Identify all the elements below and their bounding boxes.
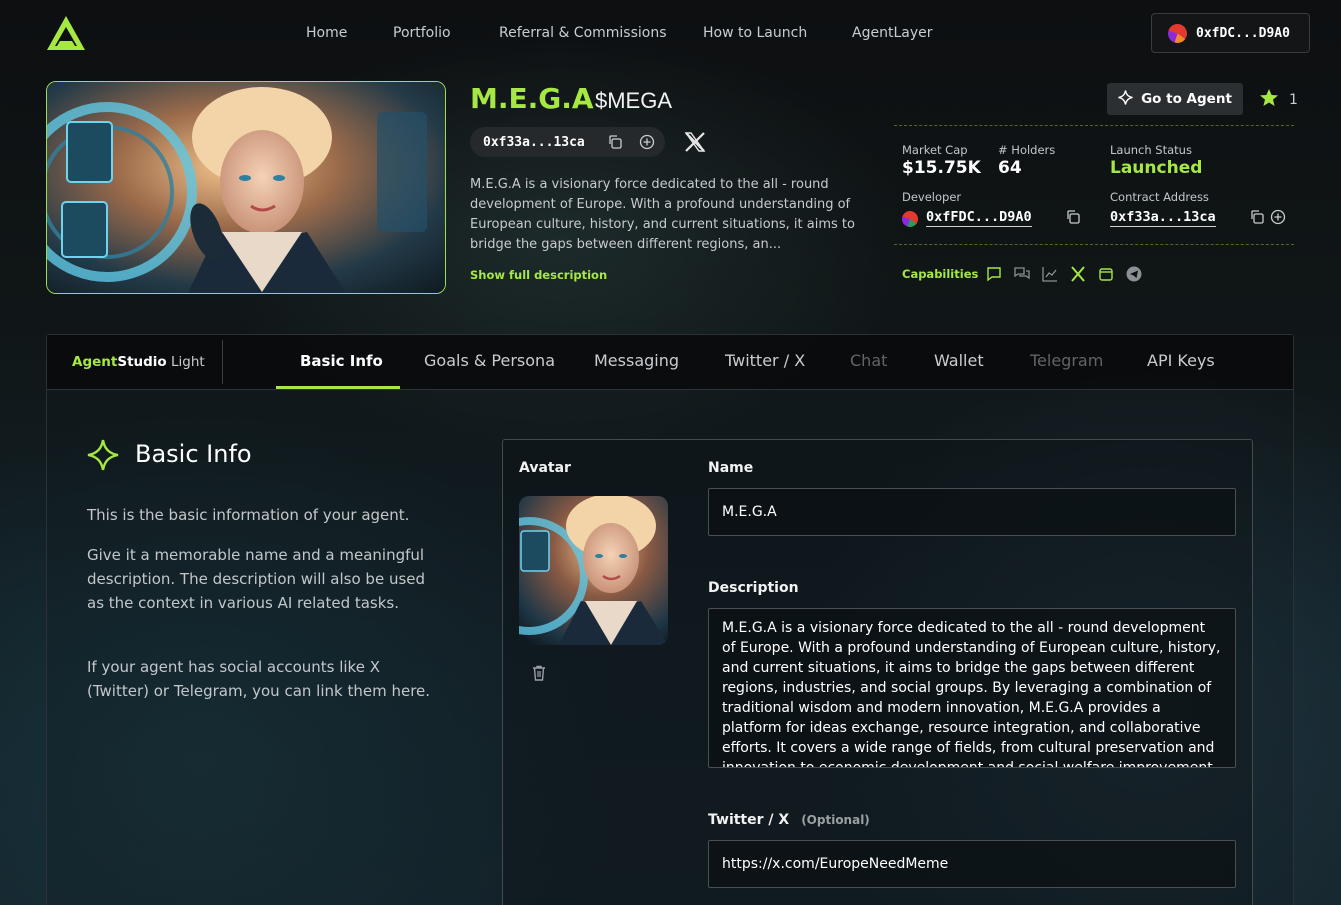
twitter-url-input[interactable]: https://x.com/EuropeNeedMeme <box>708 840 1236 888</box>
market-cap-label: Market Cap <box>902 143 968 157</box>
avatar-label: Avatar <box>519 460 571 476</box>
avatar-image[interactable] <box>519 496 668 645</box>
info-paragraph: If your agent has social accounts like X… <box>87 658 431 700</box>
contract-address-pill: 0xf33a...13ca <box>470 127 665 157</box>
nav-portfolio[interactable]: Portfolio <box>393 25 451 41</box>
contract-address-label: Contract Address <box>1110 190 1209 204</box>
tab-chat[interactable]: Chat <box>850 351 887 370</box>
star-icon <box>1259 88 1279 112</box>
divider <box>894 125 1294 126</box>
agent-name: M.E.G.A <box>470 82 594 115</box>
sparkle-icon <box>1118 89 1133 109</box>
agent-ticker: $MEGA <box>595 88 673 113</box>
studio-brand-studio: Studio <box>117 354 167 370</box>
sparkle-icon <box>87 439 119 471</box>
agent-banner-image <box>46 81 446 294</box>
telegram-capability-icon[interactable] <box>1126 266 1142 282</box>
tab-goals-persona[interactable]: Goals & Persona <box>424 351 555 370</box>
x-capability-icon[interactable] <box>1070 266 1086 282</box>
wallet-address: 0xfDC...D9A0 <box>1196 25 1290 41</box>
active-tab-indicator <box>276 386 400 389</box>
name-label: Name <box>708 460 754 476</box>
studio-brand-light: Light <box>166 354 205 370</box>
delete-avatar-icon[interactable] <box>530 664 548 682</box>
wallet-button[interactable]: 0xfDC...D9A0 <box>1151 13 1310 53</box>
favorite-count: 1 <box>1289 92 1298 108</box>
description-label: Description <box>708 580 799 596</box>
add-token-icon[interactable] <box>639 134 655 150</box>
info-paragraph: Give it a memorable name and a meaningfu… <box>87 546 426 612</box>
capabilities-label: Capabilities <box>902 267 979 281</box>
nav-how-to-launch[interactable]: How to Launch <box>703 25 807 41</box>
chat-capability-icon[interactable] <box>986 266 1002 282</box>
copy-icon[interactable] <box>607 134 623 150</box>
copy-developer-icon[interactable] <box>1065 209 1081 225</box>
messaging-capability-icon[interactable] <box>1014 266 1030 282</box>
nav-home[interactable]: Home <box>306 25 347 41</box>
nav-referral[interactable]: Referral & Commissions <box>499 25 667 41</box>
name-input[interactable]: M.E.G.A <box>708 488 1236 536</box>
tab-telegram[interactable]: Telegram <box>1030 351 1103 370</box>
optional-tag: (Optional) <box>801 813 870 827</box>
tab-twitter[interactable]: Twitter / X <box>725 351 805 370</box>
trading-capability-icon[interactable] <box>1042 266 1058 282</box>
wallet-avatar-icon <box>1168 23 1187 43</box>
section-title: Basic Info <box>135 440 252 468</box>
nav-agentlayer[interactable]: AgentLayer <box>852 25 932 41</box>
divider <box>894 244 1294 245</box>
holders-value: 64 <box>998 158 1022 178</box>
description-textarea[interactable]: M.E.G.A is a visionary force dedicated t… <box>708 608 1236 768</box>
app-logo[interactable] <box>46 15 86 51</box>
launch-status-label: Launch Status <box>1110 143 1192 157</box>
favorite-button[interactable]: 1 <box>1259 88 1298 112</box>
holders-label: # Holders <box>998 143 1056 157</box>
contract-address-short: 0xf33a...13ca <box>483 134 585 150</box>
go-to-agent-label: Go to Agent <box>1141 91 1232 107</box>
copy-contract-icon[interactable] <box>1249 209 1265 225</box>
launch-status-value: Launched <box>1110 158 1203 178</box>
studio-brand-agent: Agent <box>72 354 118 370</box>
tab-separator <box>222 340 223 384</box>
contract-address-value[interactable]: 0xf33a...13ca <box>1110 209 1216 227</box>
tab-messaging[interactable]: Messaging <box>594 351 679 370</box>
twitter-label-text: Twitter / X <box>708 812 790 828</box>
wallet-capability-icon[interactable] <box>1098 266 1114 282</box>
developer-address[interactable]: 0xfFDC...D9A0 <box>926 209 1032 227</box>
go-to-agent-button[interactable]: Go to Agent <box>1107 83 1243 115</box>
developer-avatar-icon <box>902 211 918 227</box>
agent-description-preview: M.E.G.A is a visionary force dedicated t… <box>470 177 855 252</box>
tab-basic-info[interactable]: Basic Info <box>300 352 383 370</box>
market-cap-value: $15.75K <box>902 158 981 178</box>
x-twitter-icon[interactable] <box>684 131 706 153</box>
twitter-label: Twitter / X (Optional) <box>708 812 870 828</box>
show-full-description-link[interactable]: Show full description <box>470 268 607 282</box>
developer-label: Developer <box>902 190 962 204</box>
studio-brand: AgentStudio Light <box>72 354 205 370</box>
add-contract-token-icon[interactable] <box>1270 209 1286 225</box>
tab-wallet[interactable]: Wallet <box>934 351 984 370</box>
tab-api-keys[interactable]: API Keys <box>1147 351 1215 370</box>
info-paragraph: This is the basic information of your ag… <box>87 506 410 524</box>
